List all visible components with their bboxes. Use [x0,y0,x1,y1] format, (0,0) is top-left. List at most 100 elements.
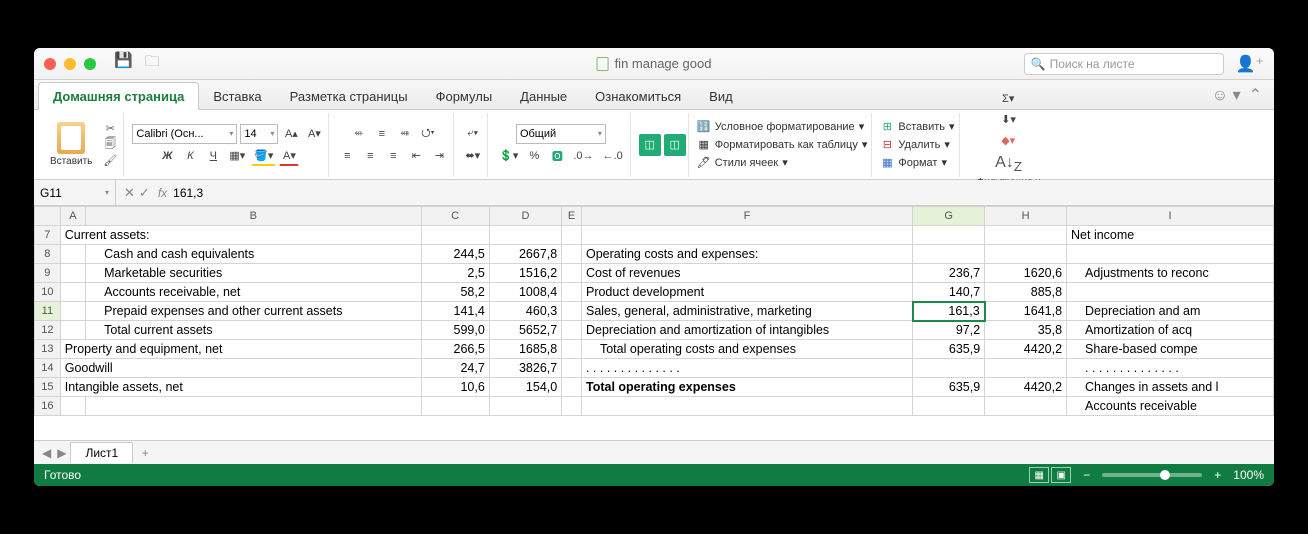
cancel-formula-icon[interactable]: ✕ [124,185,135,201]
align-middle-icon[interactable]: ≡ [372,124,392,144]
cell-A13[interactable]: Property and equipment, net [60,340,421,359]
cell-I7[interactable]: Net income [1067,226,1274,245]
align-left-icon[interactable]: ≡ [337,146,357,166]
col-header-I[interactable]: I [1067,207,1274,226]
cell-F9[interactable]: Cost of revenues [581,264,912,283]
format-cells-button[interactable]: ▦Формат ▾ [880,155,947,171]
cell-I8[interactable] [1067,245,1274,264]
sheet-next-icon[interactable]: ▶ [55,446,68,460]
cell-H12[interactable]: 35,8 [985,321,1067,340]
cell-B16[interactable] [86,397,421,416]
cell-H9[interactable]: 1620,6 [985,264,1067,283]
cell-F15[interactable]: Total operating expenses [581,378,912,397]
cell-H13[interactable]: 4420,2 [985,340,1067,359]
indent-inc-icon[interactable]: ⇥ [429,146,449,166]
zoom-out-icon[interactable]: − [1083,468,1090,482]
spreadsheet-grid[interactable]: ABCDEFGHI7Current assets:Net income8Cash… [34,206,1274,440]
cell-C12[interactable]: 599,0 [421,321,489,340]
cell-F7[interactable] [581,226,912,245]
cell-D16[interactable] [489,397,561,416]
cell-B12[interactable]: Total current assets [86,321,421,340]
cell-A7[interactable]: Current assets: [60,226,421,245]
cell-G7[interactable] [913,226,985,245]
comma-icon[interactable]: 🅾 [547,146,567,166]
row-header-14[interactable]: 14 [35,359,61,378]
indent-dec-icon[interactable]: ⇤ [406,146,426,166]
cell-A9[interactable] [60,264,85,283]
align-top-icon[interactable]: ⬴ [349,124,369,144]
cell-F10[interactable]: Product development [581,283,912,302]
cell-F12[interactable]: Depreciation and amortization of intangi… [581,321,912,340]
fill-icon[interactable]: ⬇▾ [998,109,1019,129]
search-input[interactable]: 🔍 Поиск на листе [1024,53,1224,75]
cell-C16[interactable] [421,397,489,416]
cell-E16[interactable] [562,397,582,416]
cell-G13[interactable]: 635,9 [913,340,985,359]
decrease-font-icon[interactable]: A▾ [304,124,324,144]
col-header-F[interactable]: F [581,207,912,226]
row-header-7[interactable]: 7 [35,226,61,245]
col-header-E[interactable]: E [562,207,582,226]
copy-icon[interactable]: 🗐 [101,137,119,152]
cell-E7[interactable] [562,226,582,245]
cell-E14[interactable] [562,359,582,378]
orientation-icon[interactable]: ⭯▾ [418,124,438,144]
cell-G9[interactable]: 236,7 [913,264,985,283]
folder-icon[interactable]: 🗀 [145,51,160,76]
col-header-D[interactable]: D [489,207,561,226]
row-header-13[interactable]: 13 [35,340,61,359]
merge-icon[interactable]: ⬌▾ [462,146,483,166]
cell-E9[interactable] [562,264,582,283]
cell-I14[interactable]: . . . . . . . . . . . . . . [1067,359,1274,378]
maximize-window-icon[interactable] [84,58,96,70]
cell-H15[interactable]: 4420,2 [985,378,1067,397]
formula-input[interactable]: 161,3 [173,186,203,200]
pane1-icon[interactable]: ◫ [639,134,661,156]
percent-icon[interactable]: % [524,146,544,166]
cell-I13[interactable]: Share-based compe [1067,340,1274,359]
cell-I10[interactable] [1067,283,1274,302]
tab-review[interactable]: Ознакомиться [581,83,695,109]
cell-H11[interactable]: 1641,8 [985,302,1067,321]
wrap-text-icon[interactable]: ⤶▾ [463,124,483,144]
underline-button[interactable]: Ч [203,146,223,166]
col-header-A[interactable]: A [60,207,85,226]
cell-A14[interactable]: Goodwill [60,359,421,378]
cell-G15[interactable]: 635,9 [913,378,985,397]
cell-G11[interactable]: 161,3 [913,302,985,321]
cell-I11[interactable]: Depreciation and am [1067,302,1274,321]
bold-button[interactable]: Ж [157,146,177,166]
zoom-in-icon[interactable]: + [1214,468,1221,482]
share-icon[interactable]: 👤⁺ [1236,54,1264,74]
row-header-15[interactable]: 15 [35,378,61,397]
tab-layout[interactable]: Разметка страницы [276,83,422,109]
cell-A16[interactable] [60,397,85,416]
cell-A8[interactable] [60,245,85,264]
cell-H8[interactable] [985,245,1067,264]
close-window-icon[interactable] [44,58,56,70]
sheet-tab[interactable]: Лист1 [70,442,133,463]
cell-G8[interactable] [913,245,985,264]
row-header-9[interactable]: 9 [35,264,61,283]
cut-icon[interactable]: ✂ [101,121,119,136]
fill-color-button[interactable]: 🪣▾ [251,146,276,166]
cell-D12[interactable]: 5652,7 [489,321,561,340]
number-format-select[interactable]: Общий▾ [516,124,606,144]
cell-G10[interactable]: 140,7 [913,283,985,302]
cell-F16[interactable] [581,397,912,416]
format-painter-icon[interactable]: 🖌 [101,153,119,168]
collapse-ribbon-icon[interactable]: ⌃ [1249,85,1262,105]
italic-button[interactable]: К [180,146,200,166]
cell-D15[interactable]: 154,0 [489,378,561,397]
font-color-button[interactable]: A▾ [279,146,299,166]
zoom-slider[interactable] [1102,473,1202,477]
row-header-10[interactable]: 10 [35,283,61,302]
cell-A12[interactable] [60,321,85,340]
cell-E12[interactable] [562,321,582,340]
align-right-icon[interactable]: ≡ [383,146,403,166]
col-header-H[interactable]: H [985,207,1067,226]
paste-button[interactable]: Вставить [44,120,98,169]
dec-decimal-icon[interactable]: ←.0 [600,146,626,166]
cell-D10[interactable]: 1008,4 [489,283,561,302]
cell-F8[interactable]: Operating costs and expenses: [581,245,912,264]
